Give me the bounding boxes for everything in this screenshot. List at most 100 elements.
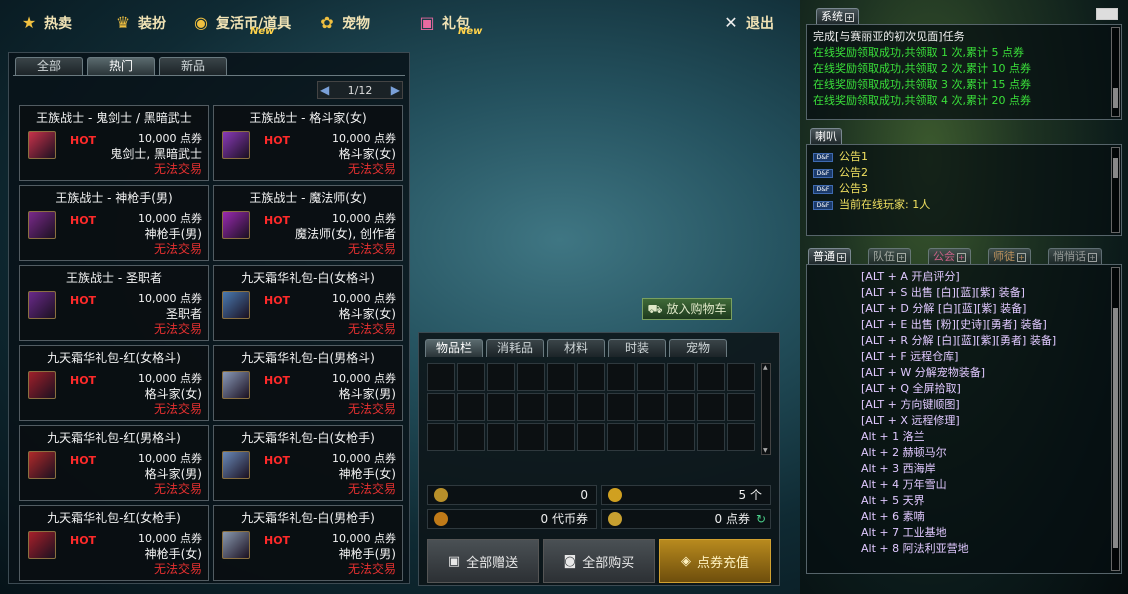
chat-tab[interactable]: 悄悄话 + [1048,248,1102,264]
shop-item[interactable]: 王族战士 - 神枪手(男) HOT 10,000 点券 神枪手(男) 无法交易 [19,185,209,261]
inventory-slot[interactable] [697,363,725,391]
tab-system[interactable]: 系统 + [816,8,859,24]
inventory-slot[interactable] [727,423,755,451]
tab-all[interactable]: 全部 [15,57,83,75]
next-page-icon[interactable]: ▶ [391,83,400,97]
tab-fashion[interactable]: 时装 [608,339,666,357]
inventory-slot[interactable] [637,423,665,451]
inventory-slot[interactable] [577,393,605,421]
inventory-slot[interactable] [607,363,635,391]
chat-tab[interactable]: 公会 + [928,248,971,264]
tab-divider [13,75,405,76]
inventory-slot[interactable] [667,423,695,451]
inventory-slot[interactable] [547,393,575,421]
tab-inventory[interactable]: 物品栏 [425,339,483,357]
inventory-slot[interactable] [517,363,545,391]
point-value: 0 点券 [714,512,750,526]
item-icon[interactable] [28,211,56,239]
inventory-slot[interactable] [517,393,545,421]
exit-button[interactable]: ✕ 退出 [722,10,774,36]
tab-hot[interactable]: 热门 [87,57,155,75]
prev-page-icon[interactable]: ◀ [320,83,329,97]
window-toggle-icon[interactable] [1096,8,1118,20]
buy-all-button[interactable]: ◙ 全部购买 [543,539,655,583]
shop-item[interactable]: 九天霜华礼包-白(男枪手) HOT 10,000 点券 神枪手(男) 无法交易 [213,505,403,581]
shop-item[interactable]: 王族战士 - 格斗家(女) HOT 10,000 点券 格斗家(女) 无法交易 [213,105,403,181]
item-trade-status: 无法交易 [153,242,202,256]
inventory-slot[interactable] [697,423,725,451]
item-icon[interactable] [222,211,250,239]
item-icon[interactable] [222,131,250,159]
horn-message-text: 公告3 [839,182,868,195]
item-icon[interactable] [28,451,56,479]
inventory-slot[interactable] [637,393,665,421]
shop-item[interactable]: 九天霜华礼包-白(女格斗) HOT 10,000 点券 格斗家(女) 无法交易 [213,265,403,341]
inventory-slot[interactable] [427,393,455,421]
item-icon[interactable] [222,291,250,319]
item-price: 10,000 点券 [332,532,396,545]
chat-scrollbar[interactable] [1111,267,1120,571]
shop-item[interactable]: 王族战士 - 魔法师(女) HOT 10,000 点券 魔法师(女), 创作者 … [213,185,403,261]
inventory-slot[interactable] [637,363,665,391]
nav-outfit[interactable]: ♛ 装扮 [114,10,166,36]
tab-horn[interactable]: 喇叭 [810,128,842,144]
nav-hot[interactable]: ★ 热卖 [20,10,72,36]
inventory-slot[interactable] [487,363,515,391]
nav-pets[interactable]: ✿ 宠物 [318,10,370,36]
inventory-scrollbar[interactable] [761,363,771,455]
item-price: 10,000 点券 [138,372,202,385]
inventory-slot[interactable] [727,393,755,421]
nav-revive-items[interactable]: ◉ 复活币/道具 [192,10,291,36]
shop-item[interactable]: 王族战士 - 圣职者 HOT 10,000 点券 圣职者 无法交易 [19,265,209,341]
inventory-slot[interactable] [607,393,635,421]
inventory-slot[interactable] [667,393,695,421]
chat-tab[interactable]: 队伍 + [868,248,911,264]
inventory-slot[interactable] [517,423,545,451]
gift-all-button[interactable]: ▣ 全部赠送 [427,539,539,583]
shop-item[interactable]: 九天霜华礼包-红(女格斗) HOT 10,000 点券 格斗家(女) 无法交易 [19,345,209,421]
inventory-slot[interactable] [697,393,725,421]
shop-item[interactable]: 九天霜华礼包-白(女枪手) HOT 10,000 点券 神枪手(女) 无法交易 [213,425,403,501]
horn-scrollbar[interactable] [1111,147,1120,233]
shop-item[interactable]: 九天霜华礼包-白(男格斗) HOT 10,000 点券 格斗家(男) 无法交易 [213,345,403,421]
shop-item[interactable]: 九天霜华礼包-红(女枪手) HOT 10,000 点券 神枪手(女) 无法交易 [19,505,209,581]
inventory-slot[interactable] [457,363,485,391]
system-scrollbar[interactable] [1111,27,1120,117]
inventory-slot[interactable] [487,423,515,451]
tab-pets[interactable]: 宠物 [669,339,727,357]
item-trade-status: 无法交易 [347,562,396,576]
inventory-slot[interactable] [427,423,455,451]
chat-tab[interactable]: 师徒 + [988,248,1031,264]
shop-item[interactable]: 王族战士 - 鬼剑士 / 黑暗武士 HOT 10,000 点券 鬼剑士, 黑暗武… [19,105,209,181]
refresh-icon[interactable]: ↻ [756,510,766,528]
inventory-slot[interactable] [547,423,575,451]
shop-item[interactable]: 九天霜华礼包-红(男格斗) HOT 10,000 点券 格斗家(男) 无法交易 [19,425,209,501]
item-icon[interactable] [222,451,250,479]
item-name: 九天霜华礼包-白(女枪手) [241,431,375,445]
inventory-slot[interactable] [427,363,455,391]
inventory-slot[interactable] [727,363,755,391]
item-name: 王族战士 - 神枪手(男) [55,191,173,205]
inventory-slot[interactable] [457,423,485,451]
tab-new[interactable]: 新品 [159,57,227,75]
inventory-slot[interactable] [607,423,635,451]
tab-materials[interactable]: 材料 [547,339,605,357]
inventory-slot[interactable] [457,393,485,421]
recharge-button[interactable]: ◈ 点券充值 [659,539,771,583]
item-icon[interactable] [28,531,56,559]
chat-tab[interactable]: 普通 + [808,248,851,264]
chat-message: Alt + 2 赫顿马尔 [861,446,947,459]
item-icon[interactable] [28,131,56,159]
item-icon[interactable] [28,291,56,319]
inventory-slot[interactable] [487,393,515,421]
add-to-cart-button[interactable]: ⛟ 放入购物车 [642,298,732,320]
inventory-slot[interactable] [577,423,605,451]
item-icon[interactable] [28,371,56,399]
trophy-icon: ♛ [115,13,131,32]
inventory-slot[interactable] [547,363,575,391]
item-icon[interactable] [222,531,250,559]
inventory-slot[interactable] [667,363,695,391]
item-icon[interactable] [222,371,250,399]
tab-consumables[interactable]: 消耗品 [486,339,544,357]
inventory-slot[interactable] [577,363,605,391]
